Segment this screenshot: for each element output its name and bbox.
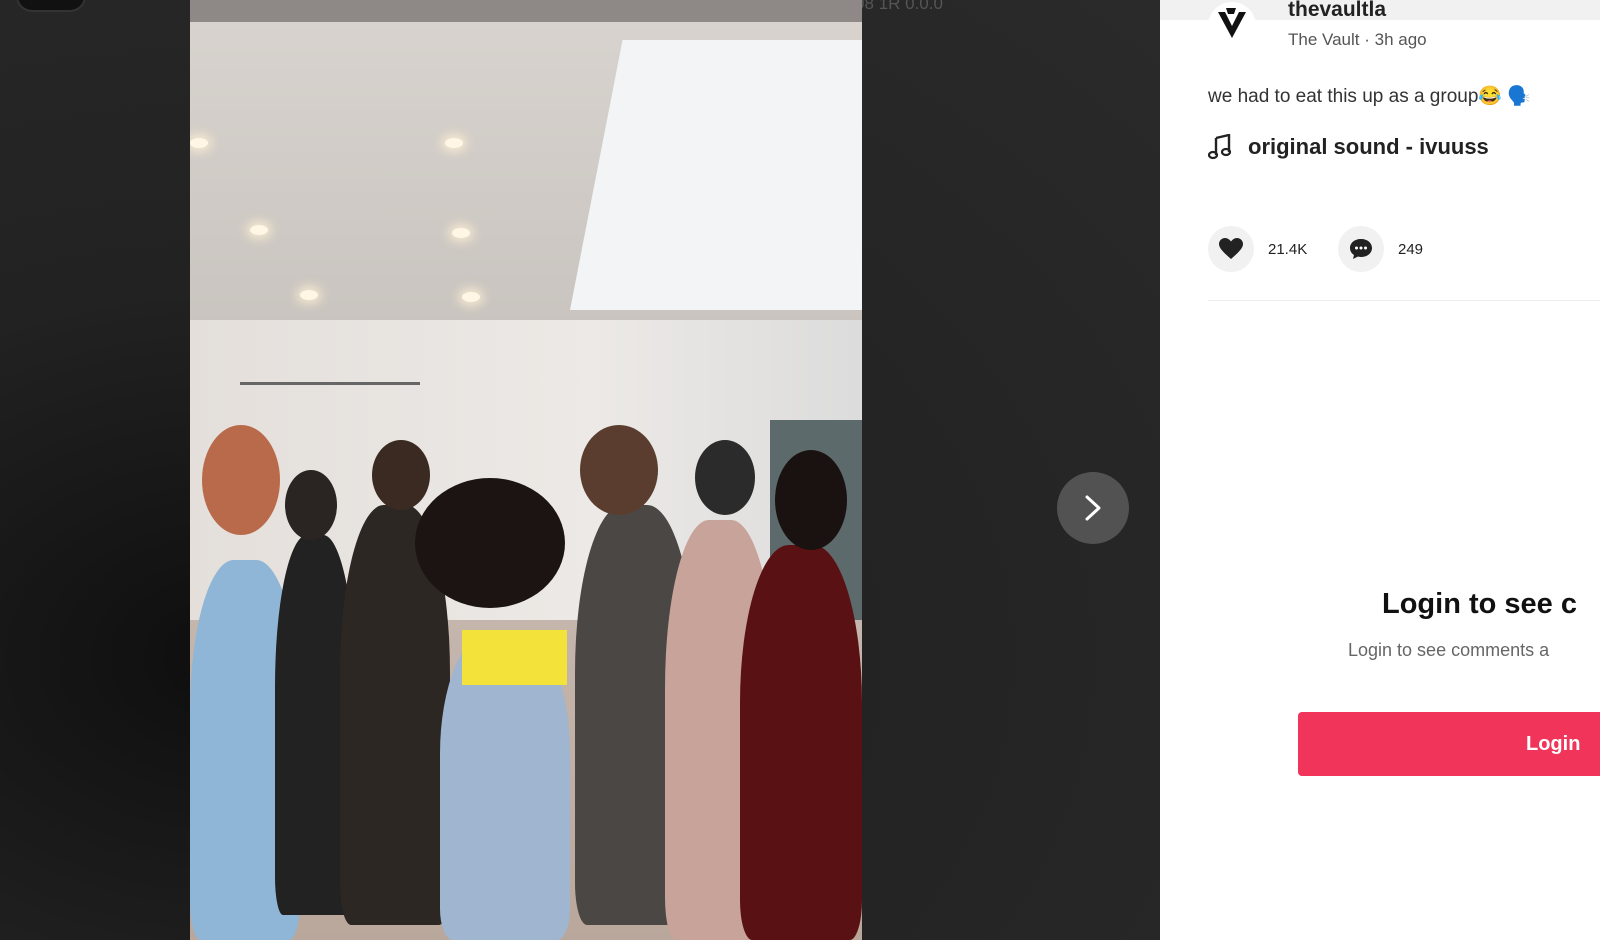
dancer-head <box>775 450 847 550</box>
post-username[interactable]: thevaultla <box>1288 0 1386 22</box>
video-scene-light <box>300 290 318 300</box>
dancer-head <box>285 470 337 540</box>
post-author-meta: The Vault · 3h ago <box>1288 30 1427 49</box>
login-button[interactable]: Login <box>1298 712 1600 776</box>
overlay-text: 08 1R 0.0.0 <box>855 0 943 13</box>
section-divider <box>1208 300 1600 301</box>
heart-icon <box>1219 238 1243 259</box>
login-prompt-title: Login to see c <box>1382 588 1577 620</box>
next-video-button[interactable] <box>1057 472 1129 544</box>
dancer-figure <box>740 545 862 940</box>
avatar[interactable] <box>1208 2 1256 50</box>
comment-button[interactable] <box>1338 226 1384 272</box>
dancer-head <box>372 440 430 510</box>
video-scene-light <box>250 225 268 235</box>
vault-logo-icon <box>1218 8 1246 38</box>
video-scene-light <box>462 292 480 302</box>
video-scene-beam <box>190 0 862 22</box>
video-scene-rail <box>240 382 420 385</box>
like-count: 21.4K <box>1268 240 1308 258</box>
video-scene-light <box>190 138 208 148</box>
video-scene-light <box>452 228 470 238</box>
video-scene-light <box>445 138 463 148</box>
dancer-top <box>462 630 567 685</box>
app-logo[interactable] <box>18 0 84 10</box>
music-link[interactable]: original sound - ivuuss <box>1208 134 1489 160</box>
like-button[interactable] <box>1208 226 1254 272</box>
video-player[interactable] <box>190 0 862 940</box>
post-caption: we had to eat this up as a group😂 🗣️ <box>1208 86 1531 107</box>
dancer-head <box>202 425 280 535</box>
login-prompt-subtitle: Login to see comments a <box>1348 640 1550 660</box>
video-viewer: 08 1R 0.0.0 <box>0 0 1160 940</box>
music-note-icon <box>1208 134 1232 160</box>
chevron-right-icon <box>1085 495 1101 521</box>
music-title: original sound - ivuuss <box>1248 134 1489 159</box>
comment-count: 249 <box>1398 240 1424 258</box>
post-details-panel: thevaultla The Vault · 3h ago we had to … <box>1160 0 1600 940</box>
dancer-head <box>580 425 658 515</box>
comment-icon <box>1350 239 1372 259</box>
comment-stat: 249 <box>1338 226 1423 272</box>
dancer-head <box>695 440 755 515</box>
dancer-head <box>415 478 565 608</box>
like-stat: 21.4K <box>1208 226 1307 272</box>
